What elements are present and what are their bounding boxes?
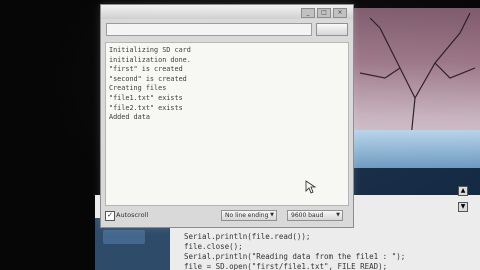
scroll-down-icon[interactable]: ▼: [458, 202, 468, 212]
chevron-down-icon: ▼: [270, 212, 274, 218]
window-titlebar[interactable]: _ □ ×: [101, 5, 353, 19]
photo-background: Serial.println(file.read()); file.close(…: [0, 0, 480, 270]
serial-output-line: "file2.txt" exists: [109, 103, 183, 112]
autoscroll-checkbox[interactable]: ✓: [105, 211, 115, 221]
mouse-cursor-icon: [305, 180, 317, 194]
serial-output-line: "second" is created: [109, 74, 187, 83]
chevron-down-icon: ▼: [336, 212, 340, 218]
serial-input-field[interactable]: [106, 23, 312, 36]
serial-output-line: Added data: [109, 113, 150, 122]
send-row: [106, 23, 348, 39]
line-ending-select[interactable]: No line ending ▼: [221, 210, 277, 221]
tree-branches-image: [359, 12, 476, 148]
serial-output-line: "first" is created: [109, 65, 183, 74]
line-ending-value: No line ending: [225, 212, 269, 219]
maximize-icon[interactable]: □: [317, 8, 331, 18]
code-line[interactable]: file = SD.open("first/file1.txt", FILE_R…: [184, 262, 387, 270]
serial-output-line: initialization done.: [109, 55, 191, 64]
code-line[interactable]: file.close();: [184, 242, 243, 251]
autoscroll-label: Autoscroll: [116, 211, 149, 219]
minimize-icon[interactable]: _: [301, 8, 315, 18]
serial-output-line: "file1.txt" exists: [109, 93, 183, 102]
code-line[interactable]: Serial.println(file.read());: [184, 232, 310, 241]
serial-output-line: Creating files: [109, 84, 167, 93]
scroll-up-icon[interactable]: ▲: [458, 186, 468, 196]
serial-statusbar: ✓ Autoscroll No line ending ▼ 9600 baud …: [101, 208, 353, 225]
editor-side-tab[interactable]: [103, 230, 145, 244]
serial-output-line: Initializing SD card: [109, 46, 191, 54]
serial-monitor-window[interactable]: _ □ × Initializing SD card initialization…: [100, 4, 354, 228]
close-icon[interactable]: ×: [333, 8, 347, 18]
send-button[interactable]: [316, 23, 348, 36]
baud-rate-select[interactable]: 9600 baud ▼: [287, 210, 343, 221]
output-lines: Initializing SD card initialization done.…: [108, 46, 191, 123]
code-line[interactable]: Serial.println("Reading data from the fi…: [184, 252, 405, 261]
baud-rate-value: 9600 baud: [291, 212, 324, 219]
